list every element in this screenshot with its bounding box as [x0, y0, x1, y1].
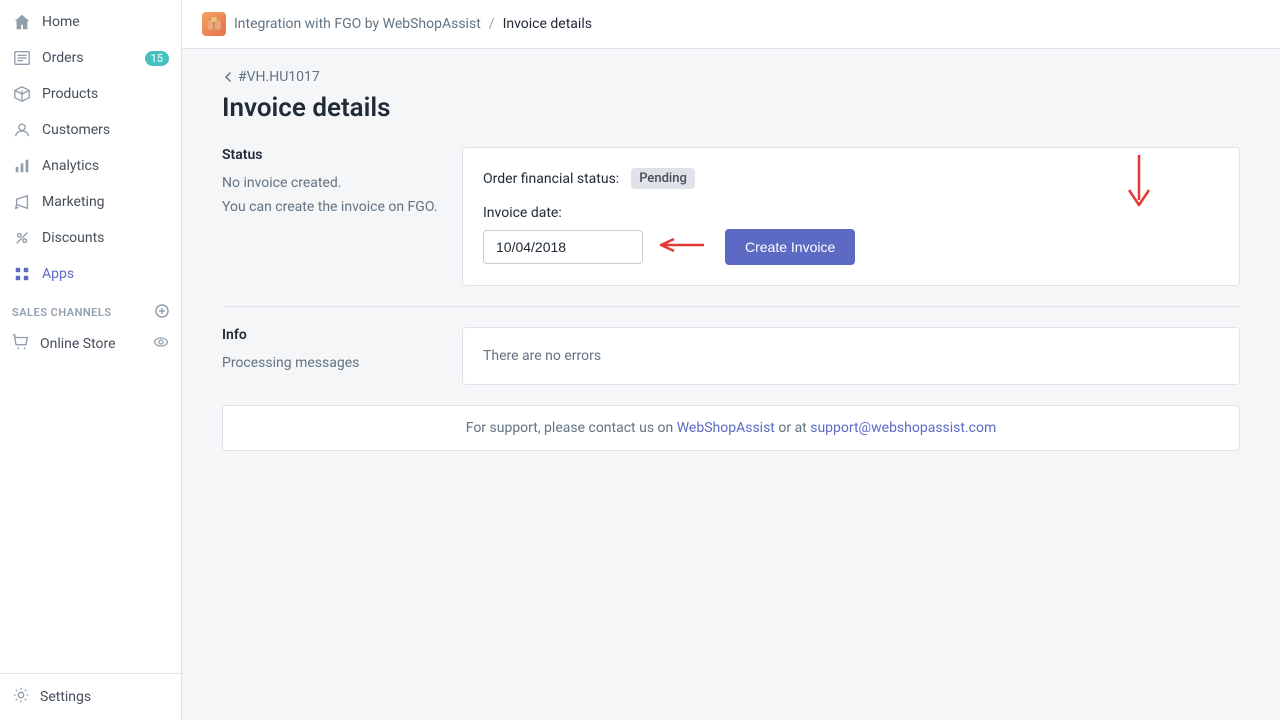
main-content: Integration with FGO by WebShopAssist / …: [182, 0, 1280, 720]
sidebar-item-online-store[interactable]: Online Store: [0, 325, 181, 363]
topbar: Integration with FGO by WebShopAssist / …: [182, 0, 1280, 49]
orders-badge: 15: [145, 51, 169, 66]
processing-messages-label: Processing messages: [222, 355, 442, 371]
create-on-fgo-text: You can create the invoice on FGO.: [222, 199, 442, 215]
breadcrumb-separator: /: [489, 16, 495, 32]
eye-icon[interactable]: [153, 334, 169, 354]
no-invoice-text: No invoice created.: [222, 175, 442, 191]
marketing-icon: [12, 192, 32, 212]
date-row: Create Invoice: [483, 229, 1219, 265]
settings-icon: [12, 686, 30, 708]
status-card: Order financial status: Pending Invoice …: [462, 147, 1240, 286]
pending-badge: Pending: [631, 168, 695, 189]
info-card: There are no errors: [462, 327, 1240, 385]
settings-item[interactable]: Settings: [0, 673, 181, 720]
discounts-icon: [12, 228, 32, 248]
sidebar-item-orders[interactable]: Orders 15: [0, 40, 181, 76]
apps-icon: [12, 264, 32, 284]
back-link[interactable]: #VH.HU1017: [222, 69, 1240, 85]
content-area: #VH.HU1017 Invoice details Status No inv…: [182, 49, 1280, 720]
online-store-icon: [12, 333, 30, 355]
home-icon: [12, 12, 32, 32]
sidebar-item-apps[interactable]: Apps: [0, 256, 181, 292]
sidebar-item-products[interactable]: Products: [0, 76, 181, 112]
no-errors-text: There are no errors: [483, 348, 1219, 364]
webshopassist-link[interactable]: WebShopAssist: [677, 420, 775, 436]
status-left-col: Status No invoice created. You can creat…: [222, 147, 442, 286]
sidebar-item-home[interactable]: Home: [0, 4, 181, 40]
info-section-wrapper: Info Processing messages There are no er…: [222, 327, 1240, 385]
red-arrow-left-indicator: [659, 235, 709, 259]
invoice-date-section: Invoice date: Create Invoice: [483, 205, 1219, 265]
app-icon: [202, 12, 226, 36]
analytics-icon: [12, 156, 32, 176]
products-icon: [12, 84, 32, 104]
sales-channels-header: SALES CHANNELS: [0, 292, 181, 325]
orders-icon: [12, 48, 32, 68]
sidebar-item-customers[interactable]: Customers: [0, 112, 181, 148]
financial-status-row: Order financial status: Pending: [483, 168, 1219, 189]
page-title: Invoice details: [222, 93, 1240, 123]
breadcrumb-current: Invoice details: [503, 16, 592, 32]
section-divider: [222, 306, 1240, 307]
status-section-wrapper: Status No invoice created. You can creat…: [222, 147, 1240, 286]
financial-status-label: Order financial status:: [483, 171, 619, 187]
support-bar: For support, please contact us on WebSho…: [222, 405, 1240, 451]
info-right-col: There are no errors: [462, 327, 1240, 385]
sidebar-item-analytics[interactable]: Analytics: [0, 148, 181, 184]
status-right-col: Order financial status: Pending Invoice …: [462, 147, 1240, 286]
sidebar-nav: Home Orders 15: [0, 0, 181, 673]
info-left-col: Info Processing messages: [222, 327, 442, 385]
create-invoice-button[interactable]: Create Invoice: [725, 229, 855, 265]
breadcrumb-link[interactable]: Integration with FGO by WebShopAssist: [234, 16, 481, 32]
sidebar-item-marketing[interactable]: Marketing: [0, 184, 181, 220]
info-section-label: Info: [222, 327, 442, 343]
invoice-date-label: Invoice date:: [483, 205, 1219, 221]
add-sales-channel-icon[interactable]: [155, 304, 169, 321]
sidebar: Home Orders 15: [0, 0, 182, 720]
status-section-label: Status: [222, 147, 442, 163]
customers-icon: [12, 120, 32, 140]
support-email-link[interactable]: support@webshopassist.com: [810, 420, 996, 436]
invoice-date-input[interactable]: [483, 230, 643, 264]
sidebar-item-discounts[interactable]: Discounts: [0, 220, 181, 256]
